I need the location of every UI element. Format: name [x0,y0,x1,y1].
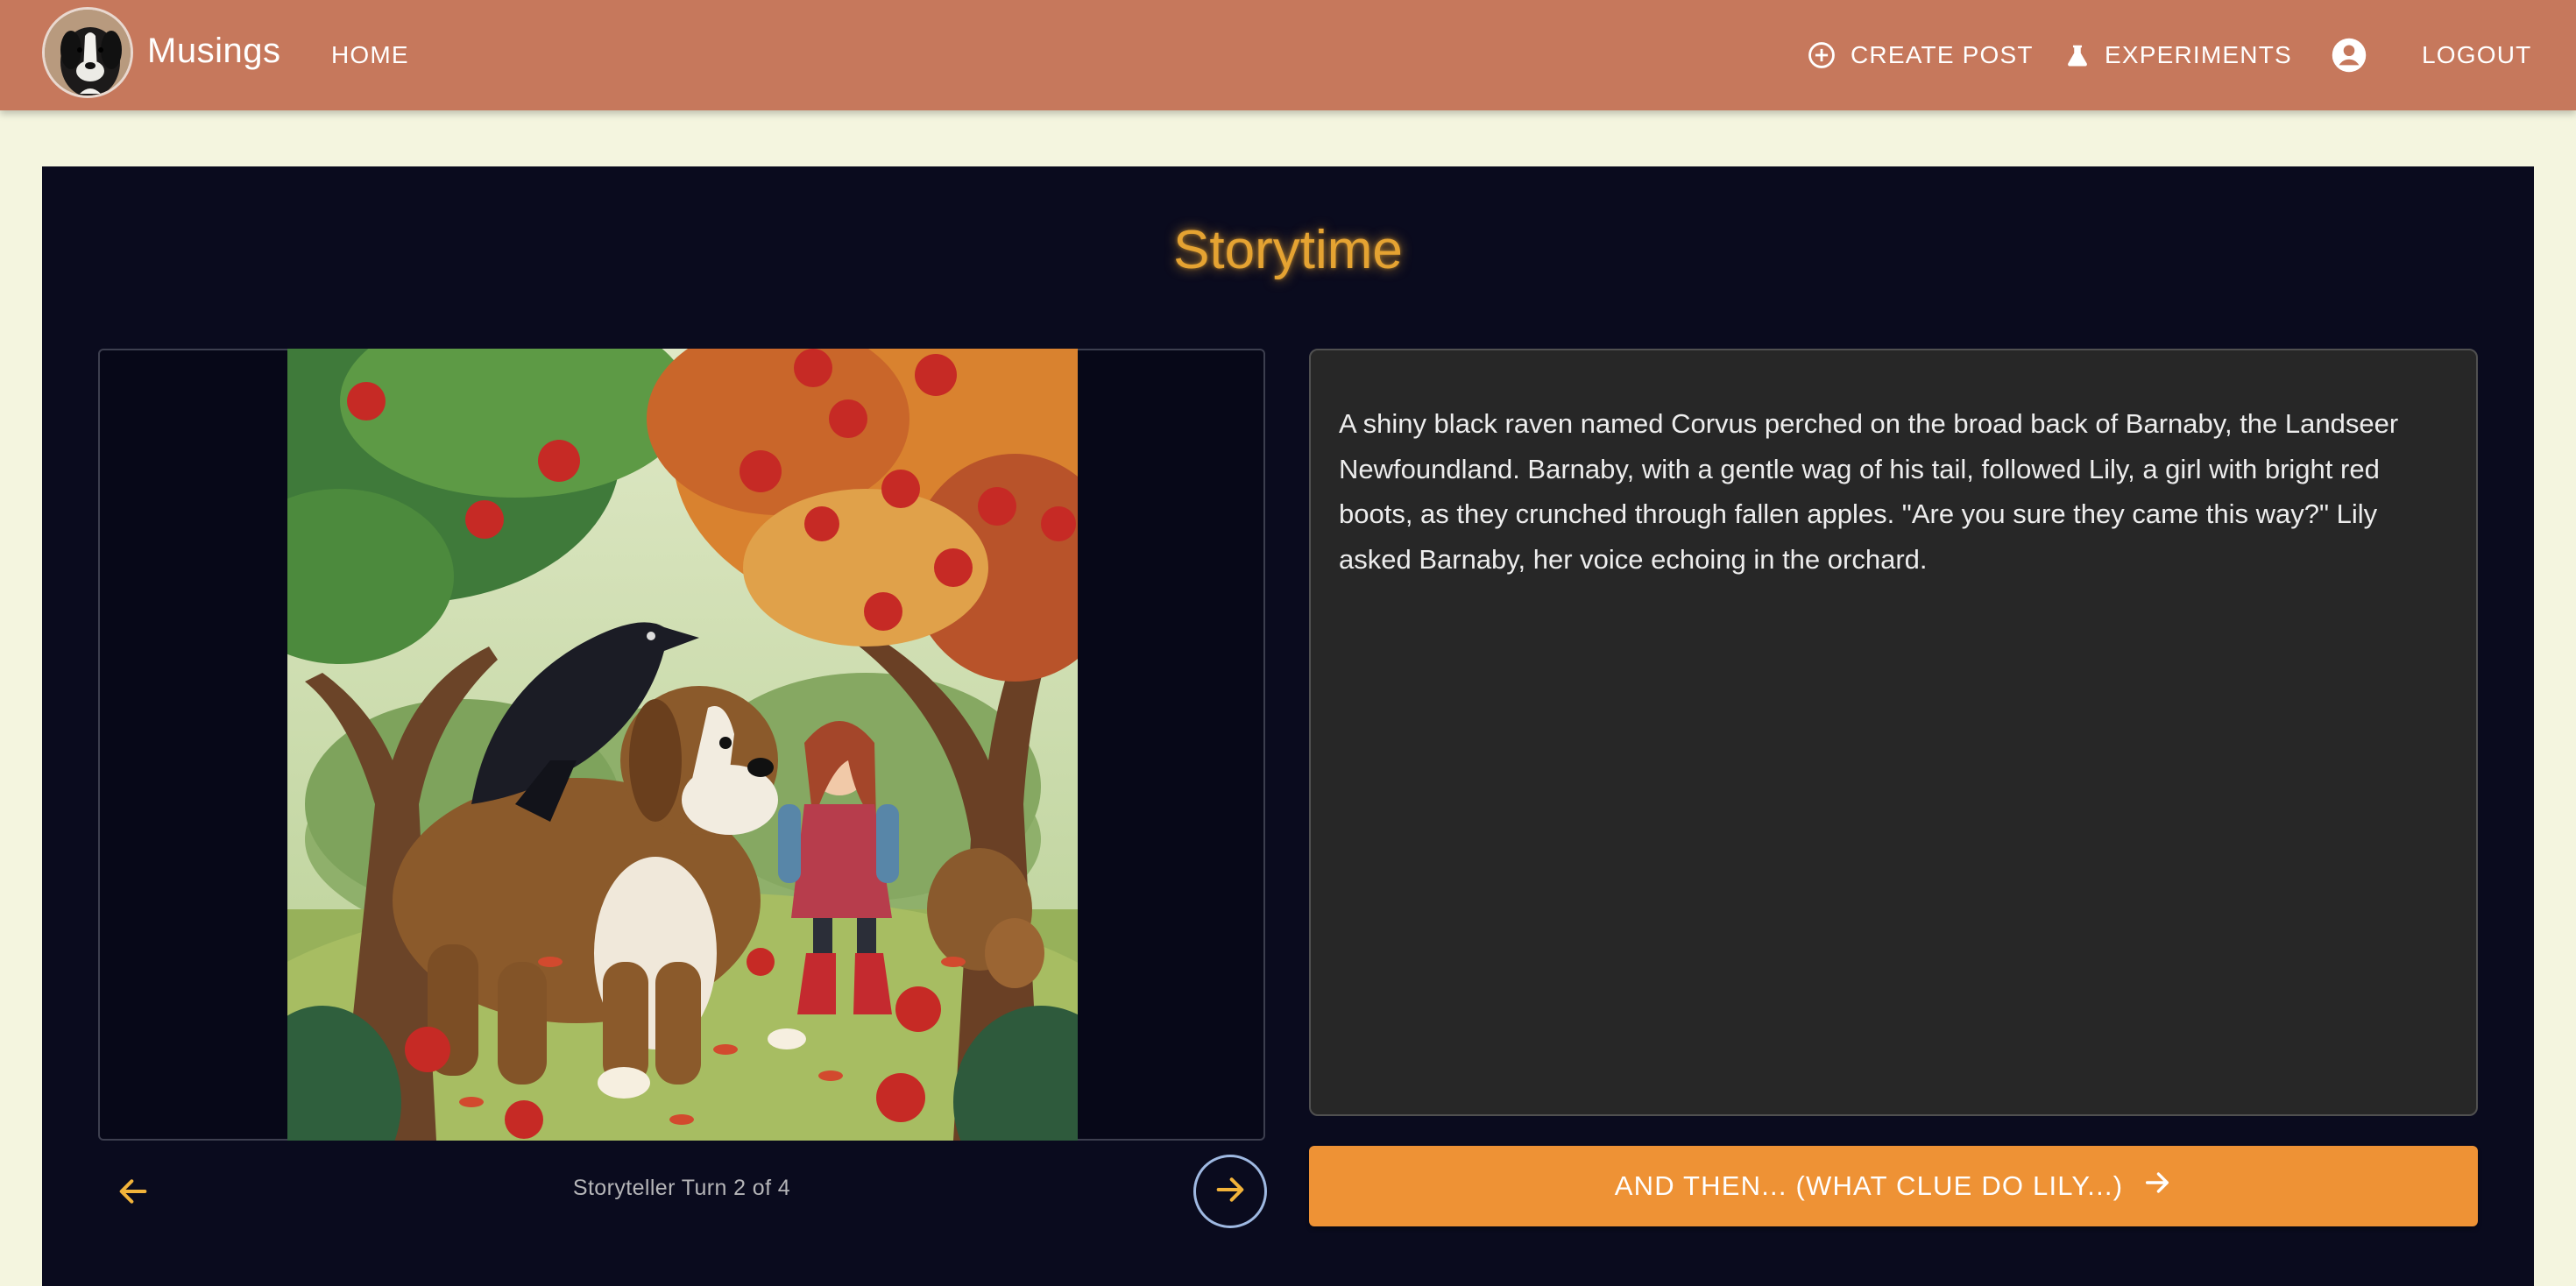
account-circle-icon [2331,37,2367,74]
nav-home[interactable]: HOME [331,0,409,110]
brand-title[interactable]: Musings [147,32,280,71]
page-title: Storytime [1173,220,1403,280]
and-then-label: AND THEN... (WHAT CLUE DO LILY...) [1614,1170,2124,1201]
flask-icon [2064,41,2091,69]
create-post-button[interactable]: CREATE POST [1807,0,2034,110]
top-app-bar: Musings HOME CREATE POST EXPERIMENTS LOG… [0,0,2576,110]
arrow-left-icon [116,1174,151,1213]
add-circle-icon [1807,40,1836,70]
arrow-right-icon [2142,1168,2172,1205]
arrow-right-icon [1213,1172,1248,1212]
create-post-label: CREATE POST [1851,41,2034,68]
dog-avatar-logo[interactable] [42,7,133,98]
logout-label: LOGOUT [2422,41,2532,68]
account-button[interactable] [2331,0,2367,110]
story-illustration [200,287,1137,1198]
experiments-button[interactable]: EXPERIMENTS [2064,0,2292,110]
and-then-button[interactable]: AND THEN... (WHAT CLUE DO LILY...) [1309,1146,2478,1226]
turn-indicator: Storyteller Turn 2 of 4 [572,1176,791,1200]
story-text: A shiny black raven named Corvus perched… [1339,408,2399,575]
nav-home-label: HOME [331,41,409,68]
next-turn-button[interactable] [1193,1155,1267,1228]
experiments-label: EXPERIMENTS [2105,41,2292,68]
logout-button[interactable]: LOGOUT [2422,0,2531,110]
previous-turn-button[interactable] [109,1169,158,1218]
